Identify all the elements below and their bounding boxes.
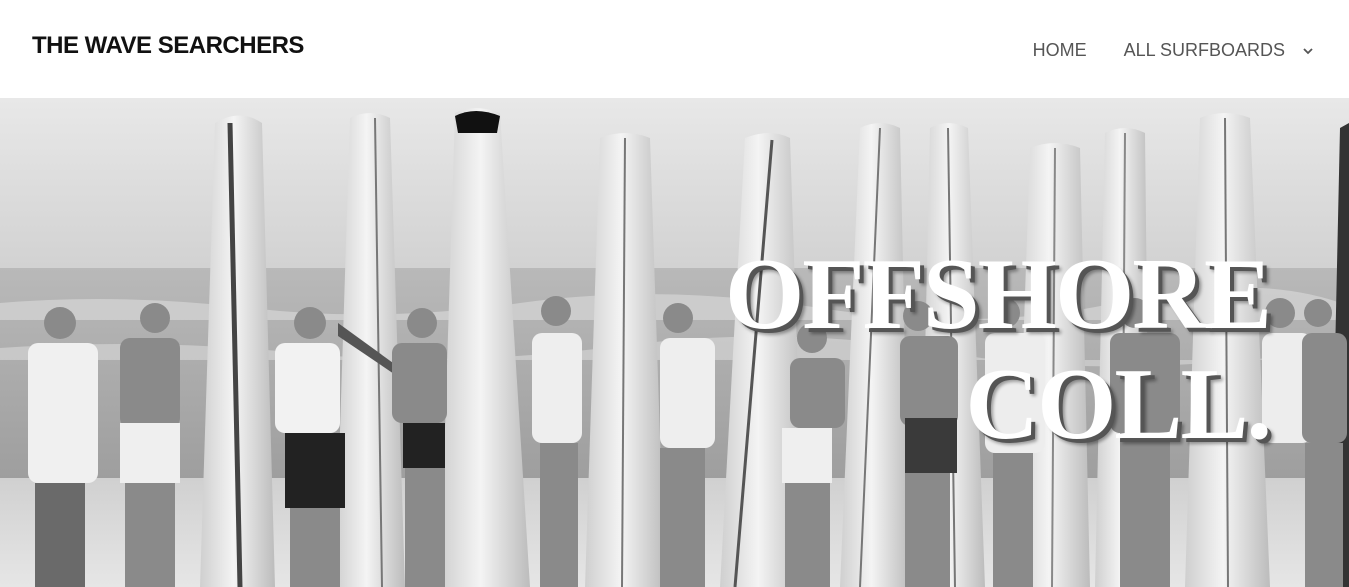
nav-item-all-surfboards[interactable]: ALL SURFBOARDS [1124,40,1317,61]
site-header: THE WAVE SEARCHERS HOME ALL SURFBOARDS [0,0,1349,98]
site-title[interactable]: THE WAVE SEARCHERS [32,32,304,60]
main-nav: HOME ALL SURFBOARDS [1033,40,1317,61]
hero-banner: OFFSHORE COLL. [0,98,1349,587]
hero-title: OFFSHORE COLL. [724,238,1272,461]
hero-title-line-2: COLL. [965,348,1272,461]
nav-item-label: HOME [1032,40,1087,60]
nav-item-label: ALL SURFBOARDS [1123,40,1285,60]
hero-title-line-1: OFFSHORE [724,238,1272,351]
nav-item-home[interactable]: HOME [1033,40,1087,61]
chevron-down-icon[interactable] [1299,42,1317,60]
